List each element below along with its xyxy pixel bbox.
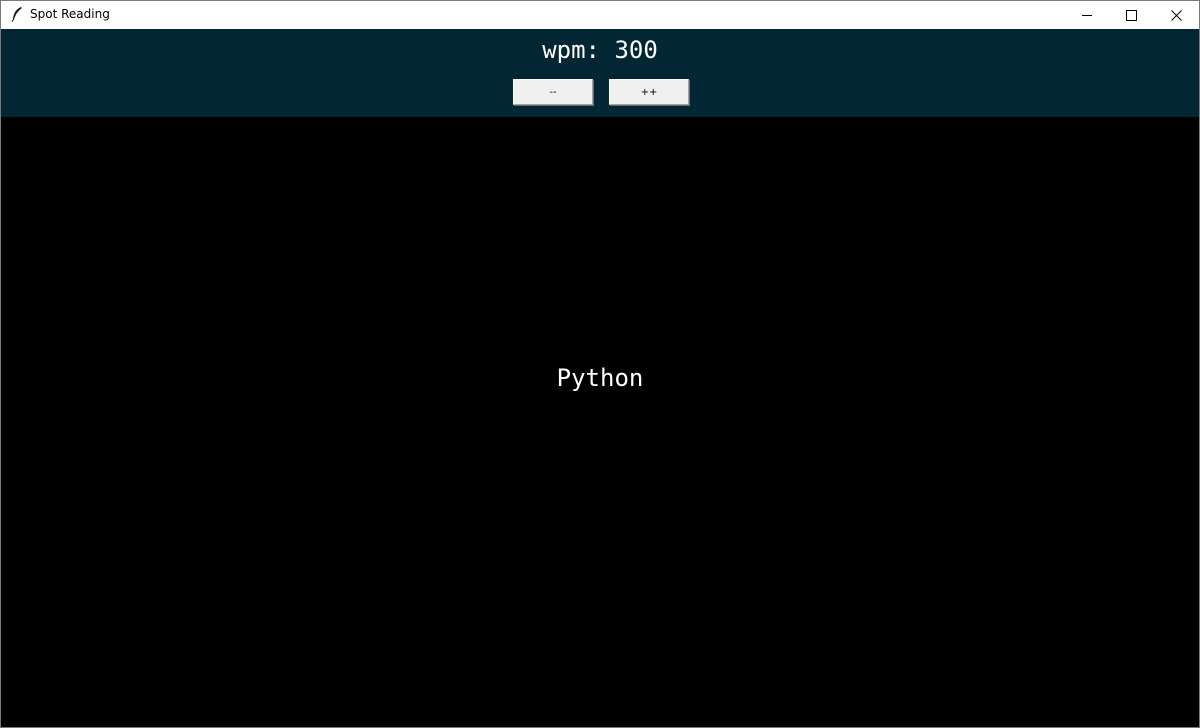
close-icon [1171, 9, 1182, 21]
current-word: Python [556, 364, 644, 392]
minimize-icon [1081, 10, 1092, 20]
speed-toolbar: wpm: 300 -- ++ [1, 29, 1199, 117]
maximize-button[interactable] [1109, 1, 1154, 29]
reading-area: Python [1, 117, 1199, 727]
title-bar[interactable]: Spot Reading [1, 1, 1199, 29]
increase-wpm-button[interactable]: ++ [609, 79, 689, 105]
close-button[interactable] [1154, 1, 1199, 29]
app-window: Spot Reading wpm: 300 -- ++ Python [0, 0, 1200, 728]
maximize-icon [1126, 9, 1137, 21]
decrease-wpm-button[interactable]: -- [513, 79, 593, 105]
wpm-label: wpm: 300 [542, 36, 658, 64]
feather-icon [10, 6, 24, 22]
window-title: Spot Reading [30, 7, 110, 21]
minimize-button[interactable] [1064, 1, 1109, 29]
